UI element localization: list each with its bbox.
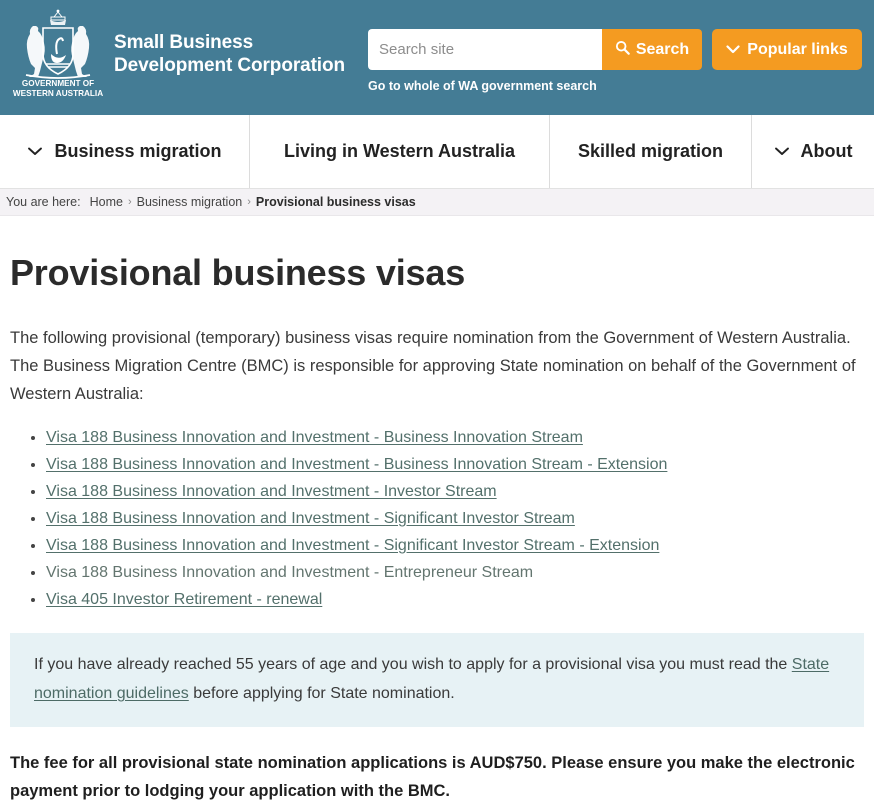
list-item: Visa 188 Business Innovation and Investm… [46,532,864,559]
search-input[interactable] [368,29,602,70]
search-icon [615,40,630,60]
visa-link[interactable]: Visa 188 Business Innovation and Investm… [46,510,575,527]
main-navigation: Business migration Living in Western Aus… [0,115,874,189]
nav-item-about[interactable]: About [752,115,874,188]
brand-title-line2: Development Corporation [114,55,345,76]
chevron-down-icon [27,141,43,162]
popular-links-button[interactable]: Popular links [712,29,862,70]
list-item: Visa 405 Investor Retirement - renewal [46,586,864,613]
nav-item-business-migration[interactable]: Business migration [0,115,250,188]
nav-item-label: Living in Western Australia [283,141,516,161]
chevron-down-icon [774,141,790,162]
nav-item-living-in-western-australia[interactable]: Living in Western Australia [250,115,550,188]
crest-line1: GOVERNMENT OF [22,79,94,88]
nav-item-label: About [800,141,853,161]
site-branding[interactable]: GOVERNMENT OF WESTERN AUSTRALIA Small Bu… [0,0,345,98]
page-title: Provisional business visas [10,252,466,293]
list-item: Visa 188 Business Innovation and Investm… [46,505,864,532]
breadcrumb-separator-icon: › [247,196,251,208]
visa-link-list: Visa 188 Business Innovation and Investm… [10,424,864,613]
popular-links-label: Popular links [747,40,848,58]
breadcrumb: You are here: Home › Business migration … [0,189,874,216]
search-row: Search Popular links [368,29,862,70]
breadcrumb-item-business-migration[interactable]: Business migration [137,195,243,209]
list-item: Visa 188 Business Innovation and Investm… [46,424,864,451]
breadcrumb-prefix: You are here: [6,195,81,209]
header-search-area: Search Popular links Go to whole of WA g… [368,29,862,93]
brand-title-line1: Small Business [114,32,254,53]
breadcrumb-item-home[interactable]: Home [90,195,123,209]
list-item: Visa 188 Business Innovation and Investm… [46,478,864,505]
callout-text-after: before applying for State nomination. [188,685,455,702]
crest-line2: WESTERN AUSTRALIA [13,89,103,98]
site-header: GOVERNMENT OF WESTERN AUSTRALIA Small Bu… [0,0,874,115]
chevron-down-icon [726,41,740,59]
list-item: Visa 188 Business Innovation and Investm… [46,451,864,478]
fee-notice: The fee for all provisional state nomina… [10,754,855,800]
visa-link[interactable]: Visa 188 Business Innovation and Investm… [46,537,659,554]
wa-government-search-link[interactable]: Go to whole of WA government search [368,79,862,93]
main-content: Provisional business visas The following… [0,252,874,805]
visa-link[interactable]: Visa 188 Business Innovation and Investm… [46,483,497,500]
visa-link[interactable]: Visa 188 Business Innovation and Investm… [46,429,583,446]
brand-title: Small Business Development Corporation [114,6,345,77]
list-item: Visa 188 Business Innovation and Investm… [46,559,864,586]
visa-text-plain: Visa 188 Business Innovation and Investm… [46,564,534,581]
callout-text-before: If you have already reached 55 years of … [34,656,792,673]
search-button[interactable]: Search [602,29,702,70]
breadcrumb-item-current: Provisional business visas [255,195,416,209]
search-button-label: Search [635,40,690,58]
nav-item-label: Skilled migration [577,141,724,161]
nav-item-skilled-migration[interactable]: Skilled migration [550,115,752,188]
visa-link[interactable]: Visa 188 Business Innovation and Investm… [46,456,667,473]
age-notice-callout: If you have already reached 55 years of … [10,633,864,727]
intro-paragraph: The following provisional (temporary) bu… [10,329,856,403]
nav-item-label: Business migration [54,141,222,161]
breadcrumb-separator-icon: › [127,196,132,208]
wa-coat-of-arms-logo: GOVERNMENT OF WESTERN AUSTRALIA [10,6,106,98]
visa-link[interactable]: Visa 405 Investor Retirement - renewal [46,591,322,608]
